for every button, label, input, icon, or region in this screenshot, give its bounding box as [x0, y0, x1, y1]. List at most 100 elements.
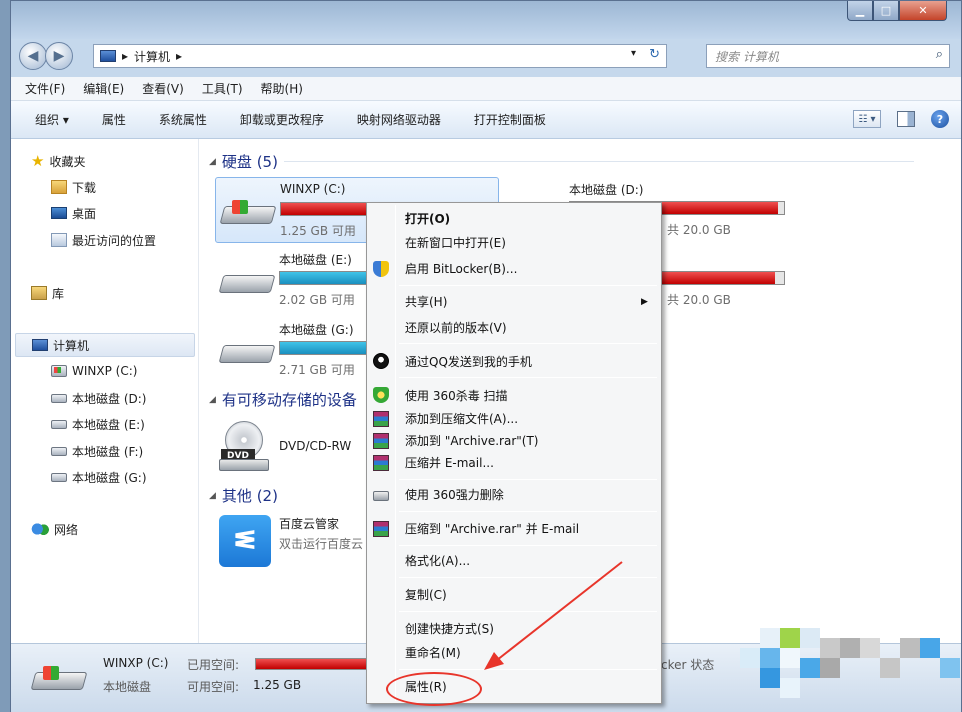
menu-item-open[interactable]: 打开(O): [405, 209, 450, 229]
annotation-arrow: [484, 561, 623, 670]
menu-file[interactable]: 文件(F): [25, 80, 65, 97]
collapse-triangle-icon[interactable]: ◢: [209, 491, 216, 501]
drive-free: 共 20.0 GB: [667, 293, 731, 307]
menu-item-360-delete[interactable]: 使用 360强力删除: [405, 485, 504, 505]
drive-free: 2.02 GB 可用: [279, 293, 355, 307]
control-panel-button[interactable]: 打开控制面板: [474, 111, 546, 128]
dvd-drive-tile[interactable]: DVD DVD/CD-RW: [215, 415, 375, 481]
sidebar-item-drive-g[interactable]: 本地磁盘 (G:): [51, 467, 147, 487]
properties-button[interactable]: 属性: [102, 111, 126, 128]
sidebar-item-desktop[interactable]: 桌面: [51, 203, 96, 223]
computer-icon: [100, 50, 116, 62]
menu-item-format[interactable]: 格式化(A)...: [405, 551, 470, 571]
library-icon: [31, 286, 47, 300]
sidebar-item-computer[interactable]: 计算机: [15, 333, 195, 357]
drive-name: 本地磁盘 (G:): [279, 323, 354, 337]
group-title: 硬盘 (5): [221, 153, 278, 171]
back-button[interactable]: ◀: [19, 42, 47, 70]
sidebar-label: 本地磁盘 (F:): [72, 444, 144, 459]
hard-drive-icon: [30, 666, 88, 692]
refresh-icon[interactable]: ↻: [649, 47, 660, 62]
menu-item-add-rar[interactable]: 添加到 "Archive.rar"(T): [405, 431, 538, 451]
group-title: 有可移动存储的设备: [221, 391, 357, 409]
menu-item-qq-send[interactable]: 通过QQ发送到我的手机: [405, 352, 532, 372]
address-dropdown-icon[interactable]: ▾: [631, 48, 636, 59]
search-input[interactable]: 搜索 计算机 ⌕: [706, 44, 950, 68]
group-header-removable[interactable]: ◢ 有可移动存储的设备: [209, 389, 357, 410]
sidebar-item-favorites[interactable]: ★ 收藏夹: [31, 151, 85, 171]
sidebar-item-drive-f[interactable]: 本地磁盘 (F:): [51, 441, 143, 461]
winrar-icon: [373, 455, 389, 471]
computer-icon: [32, 339, 48, 351]
sidebar-item-libraries[interactable]: 库: [31, 283, 64, 303]
search-placeholder: 搜索 计算机: [715, 49, 779, 64]
sidebar-item-drive-e[interactable]: 本地磁盘 (E:): [51, 414, 145, 434]
device-name: DVD/CD-RW: [279, 439, 352, 453]
breadcrumb-chevron-icon[interactable]: ▸: [176, 49, 182, 63]
sidebar-label: 最近访问的位置: [72, 233, 157, 248]
menu-item-bitlocker[interactable]: 启用 BitLocker(B)...: [405, 259, 517, 279]
menu-view[interactable]: 查看(V): [142, 80, 184, 97]
sidebar-item-network[interactable]: 网络: [31, 519, 78, 539]
address-bar[interactable]: ▸ 计算机 ▸ ▾ ↻: [93, 44, 667, 68]
sidebar-label: 下载: [72, 180, 97, 195]
sidebar-item-drive-c[interactable]: WINXP (C:): [51, 361, 137, 381]
menu-item-add-archive[interactable]: 添加到压缩文件(A)...: [405, 409, 518, 429]
preview-pane-icon[interactable]: [897, 111, 915, 127]
organize-button[interactable]: 组织 ▾: [35, 111, 69, 128]
group-header-hdd[interactable]: ◢ 硬盘 (5): [209, 151, 914, 172]
sidebar-label: 桌面: [72, 206, 97, 221]
sidebar-item-downloads[interactable]: 下载: [51, 177, 96, 197]
search-icon[interactable]: ⌕: [936, 47, 943, 62]
forward-button[interactable]: ▶: [45, 42, 73, 70]
sidebar-label: 计算机: [53, 338, 90, 353]
recent-places-icon: [51, 233, 67, 247]
group-header-other[interactable]: ◢ 其他 (2): [209, 485, 278, 506]
sidebar-item-recent[interactable]: 最近访问的位置: [51, 230, 156, 250]
watermark-mosaic: [730, 618, 962, 712]
network-icon: [31, 522, 49, 536]
view-options-icon[interactable]: ☷ ▾: [853, 110, 881, 128]
details-type: 本地磁盘: [103, 680, 152, 694]
sidebar-label: 本地磁盘 (D:): [72, 391, 147, 406]
minimize-button[interactable]: ▁: [847, 1, 873, 21]
menu-item-compress-rar-email[interactable]: 压缩到 "Archive.rar" 并 E-mail: [405, 519, 579, 539]
menu-item-compress-email[interactable]: 压缩并 E-mail...: [405, 453, 494, 473]
details-name: WINXP (C:): [103, 656, 169, 670]
sidebar-item-drive-d[interactable]: 本地磁盘 (D:): [51, 388, 146, 408]
menu-item-restore-versions[interactable]: 还原以前的版本(V): [405, 318, 507, 338]
menu-item-open-new-window[interactable]: 在新窗口中打开(E): [405, 233, 506, 253]
close-button[interactable]: ✕: [899, 1, 947, 21]
maximize-button[interactable]: □: [873, 1, 899, 21]
hard-drive-icon: [218, 339, 276, 365]
breadcrumb-computer[interactable]: 计算机: [134, 48, 170, 65]
drive-icon: [51, 393, 67, 403]
menu-edit[interactable]: 编辑(E): [83, 80, 124, 97]
details-free-value: 1.25 GB: [253, 678, 302, 692]
hard-drive-icon: [219, 200, 277, 226]
submenu-arrow-icon: ▶: [641, 297, 648, 307]
breadcrumb-chevron-icon[interactable]: ▸: [122, 49, 128, 63]
system-properties-button[interactable]: 系统属性: [159, 111, 207, 128]
collapse-triangle-icon[interactable]: ◢: [209, 157, 216, 167]
menu-item-rename[interactable]: 重命名(M): [405, 643, 461, 663]
menu-item-360-scan[interactable]: 使用 360杀毒 扫描: [405, 386, 508, 406]
menu-item-copy[interactable]: 复制(C): [405, 585, 447, 605]
baidu-tile[interactable]: ᓬ 百度云管家 双击运行百度云: [215, 509, 375, 575]
sidebar-label: 库: [52, 286, 65, 301]
map-drive-button[interactable]: 映射网络驱动器: [357, 111, 441, 128]
menu-help[interactable]: 帮助(H): [261, 80, 303, 97]
winrar-icon: [373, 433, 389, 449]
menu-bar: 文件(F) 编辑(E) 查看(V) 工具(T) 帮助(H): [11, 77, 961, 101]
help-icon[interactable]: ?: [931, 110, 949, 128]
uninstall-button[interactable]: 卸载或更改程序: [240, 111, 324, 128]
details-used-label: 已用空间:: [187, 658, 240, 672]
qq-penguin-icon: [373, 353, 389, 369]
sidebar-label: 本地磁盘 (G:): [72, 470, 147, 485]
menu-item-share[interactable]: 共享(H) ▶: [405, 292, 655, 312]
menu-tools[interactable]: 工具(T): [202, 80, 243, 97]
navigation-pane: ★ 收藏夹 下载 桌面 最近访问的位置 库 计算机 WINXP (C:) 本地磁…: [11, 139, 199, 643]
drive-icon: [51, 472, 67, 482]
collapse-triangle-icon[interactable]: ◢: [209, 395, 216, 405]
details-bitlocker-status: cker 状态: [661, 658, 715, 672]
